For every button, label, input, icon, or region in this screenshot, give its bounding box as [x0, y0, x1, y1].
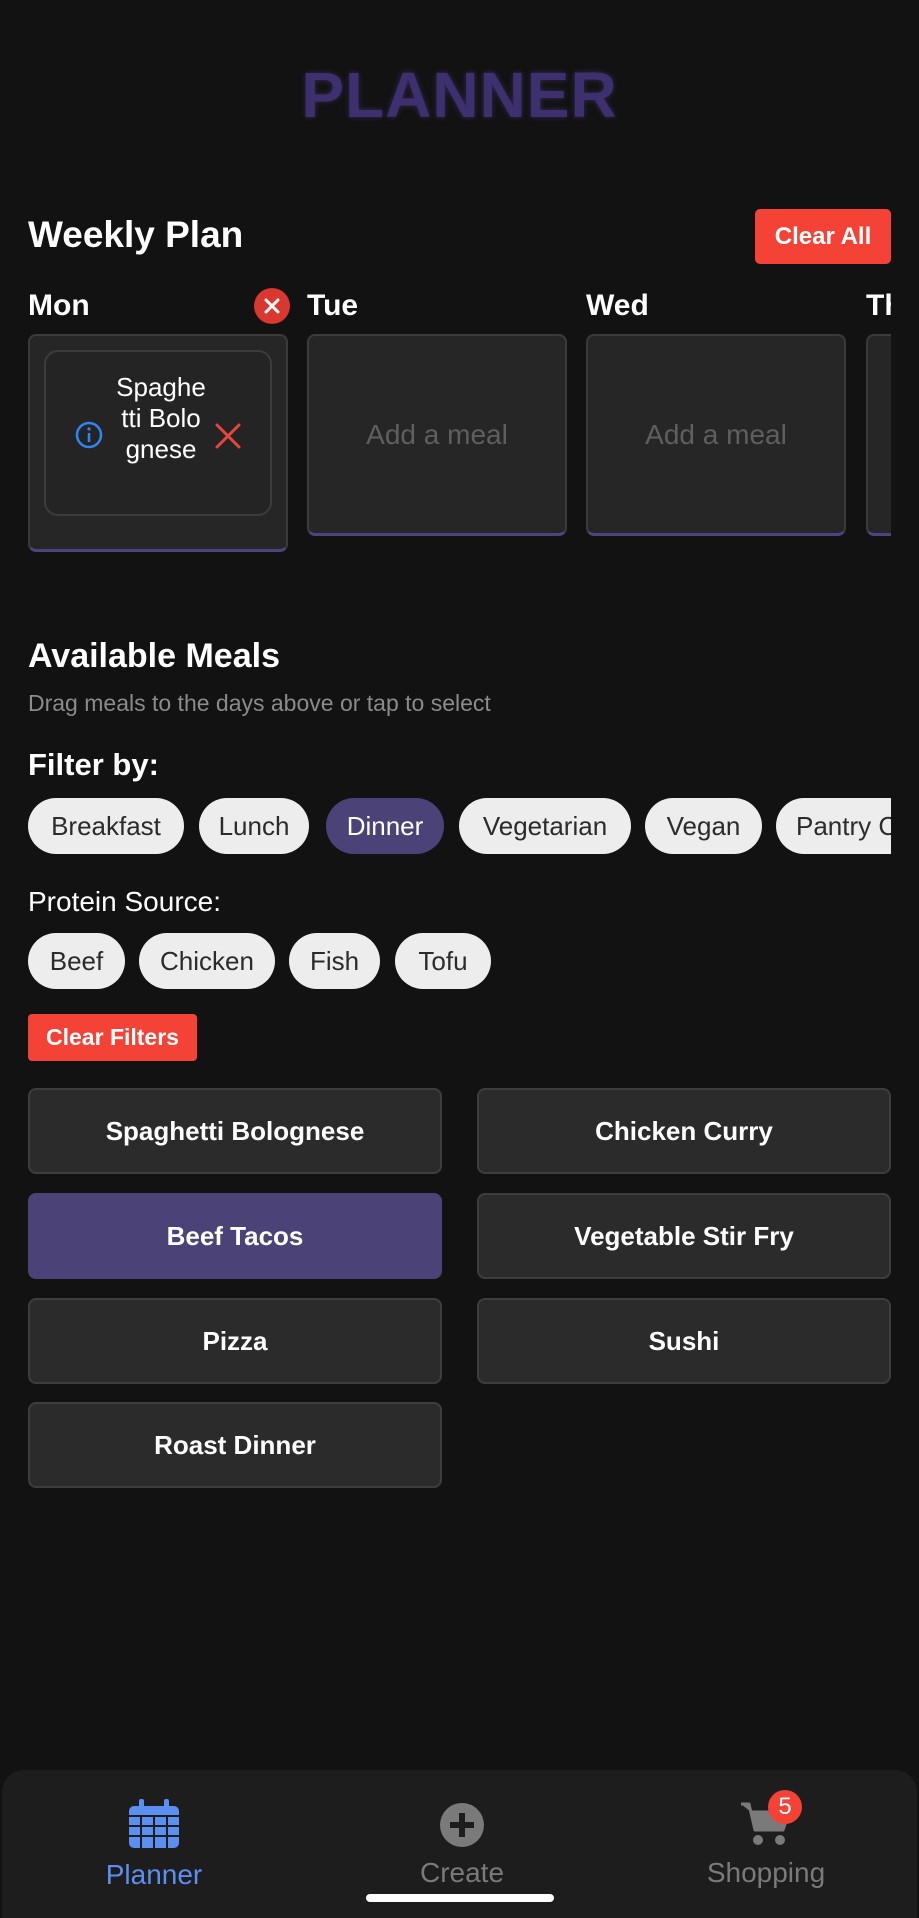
- clear-all-button[interactable]: Clear All: [755, 209, 891, 264]
- meal-option-spaghetti-bolognese[interactable]: Spaghetti Bolognese: [28, 1088, 442, 1174]
- meal-option-roast-dinner[interactable]: Roast Dinner: [28, 1402, 442, 1488]
- protein-chip-tofu[interactable]: Tofu: [395, 933, 491, 989]
- plus-circle-icon: [437, 1803, 487, 1852]
- nav-label: Planner: [105, 1859, 203, 1890]
- meal-option-chicken-curry[interactable]: Chicken Curry: [477, 1088, 891, 1174]
- home-indicator[interactable]: [366, 1894, 554, 1902]
- available-meals-title: Available Meals: [28, 637, 280, 675]
- clear-filters-button[interactable]: Clear Filters: [28, 1014, 197, 1061]
- protein-filter-row[interactable]: Beef Chicken Fish Tofu: [28, 933, 891, 991]
- nav-label: Shopping: [706, 1857, 826, 1888]
- filter-chip-lunch[interactable]: Lunch: [199, 798, 309, 854]
- meal-option-beef-tacos[interactable]: Beef Tacos: [28, 1193, 442, 1279]
- day-label: Tue: [307, 289, 359, 322]
- meal-type-filter-row[interactable]: Breakfast Lunch Dinner Vegetarian Vegan …: [28, 798, 891, 856]
- planned-meal-card[interactable]: Spaghetti Bolognese: [44, 350, 272, 516]
- cart-count-badge: 5: [768, 1790, 802, 1824]
- day-label: Wed: [586, 289, 649, 322]
- day-column-mon: Mon Spaghetti Bolognese: [28, 282, 290, 552]
- filter-chip-dinner[interactable]: Dinner: [326, 798, 444, 854]
- day-label: Mon: [28, 289, 90, 322]
- weekly-plan-title: Weekly Plan: [28, 214, 244, 255]
- filter-chip-pantry[interactable]: Pantry C: [776, 798, 891, 854]
- meal-option-pizza[interactable]: Pizza: [28, 1298, 442, 1384]
- remove-day-icon[interactable]: [254, 288, 290, 324]
- day-label: Th: [866, 289, 891, 322]
- protein-chip-fish[interactable]: Fish: [289, 933, 380, 989]
- nav-shopping[interactable]: 5 Shopping: [656, 1790, 876, 1889]
- nav-label: Create: [419, 1857, 505, 1888]
- add-meal-placeholder: Add a meal: [645, 418, 787, 450]
- filter-chip-vegan[interactable]: Vegan: [645, 798, 762, 854]
- add-meal-placeholder: Add a meal: [366, 418, 508, 450]
- meal-option-sushi[interactable]: Sushi: [477, 1298, 891, 1384]
- day-slot-mon[interactable]: Spaghetti Bolognese: [28, 334, 288, 552]
- planned-meal-name: Spaghetti Bolognese: [116, 372, 206, 464]
- day-slot-wed[interactable]: Add a meal: [586, 334, 846, 536]
- close-icon[interactable]: [214, 422, 242, 455]
- planner-screen: PLANNER Weekly Plan Clear All Mon Spaghe…: [0, 0, 919, 1918]
- available-meals-subtitle: Drag meals to the days above or tap to s…: [28, 690, 491, 716]
- info-icon[interactable]: [74, 420, 104, 455]
- day-slot-tue[interactable]: Add a meal: [307, 334, 567, 536]
- calendar-icon: [127, 1799, 181, 1854]
- day-column-thu: Th: [866, 282, 891, 536]
- protein-chip-chicken[interactable]: Chicken: [139, 933, 275, 989]
- day-column-wed: Wed Add a meal: [586, 282, 846, 536]
- nav-planner[interactable]: Planner: [44, 1798, 264, 1891]
- nav-create[interactable]: Create: [352, 1798, 572, 1889]
- meal-option-vegetable-stir-fry[interactable]: Vegetable Stir Fry: [477, 1193, 891, 1279]
- filter-chip-vegetarian[interactable]: Vegetarian: [459, 798, 631, 854]
- protein-chip-beef[interactable]: Beef: [28, 933, 125, 989]
- weekly-days-scroller[interactable]: Mon Spaghetti Bolognese Tue Add a meal W…: [28, 282, 891, 562]
- filter-by-label: Filter by:: [28, 747, 159, 782]
- protein-source-label: Protein Source:: [28, 886, 221, 917]
- filter-chip-breakfast[interactable]: Breakfast: [28, 798, 184, 854]
- app-title: PLANNER: [301, 59, 618, 131]
- day-column-tue: Tue Add a meal: [307, 282, 567, 536]
- cart-icon: [739, 1802, 793, 1852]
- day-slot-thu[interactable]: [866, 334, 891, 536]
